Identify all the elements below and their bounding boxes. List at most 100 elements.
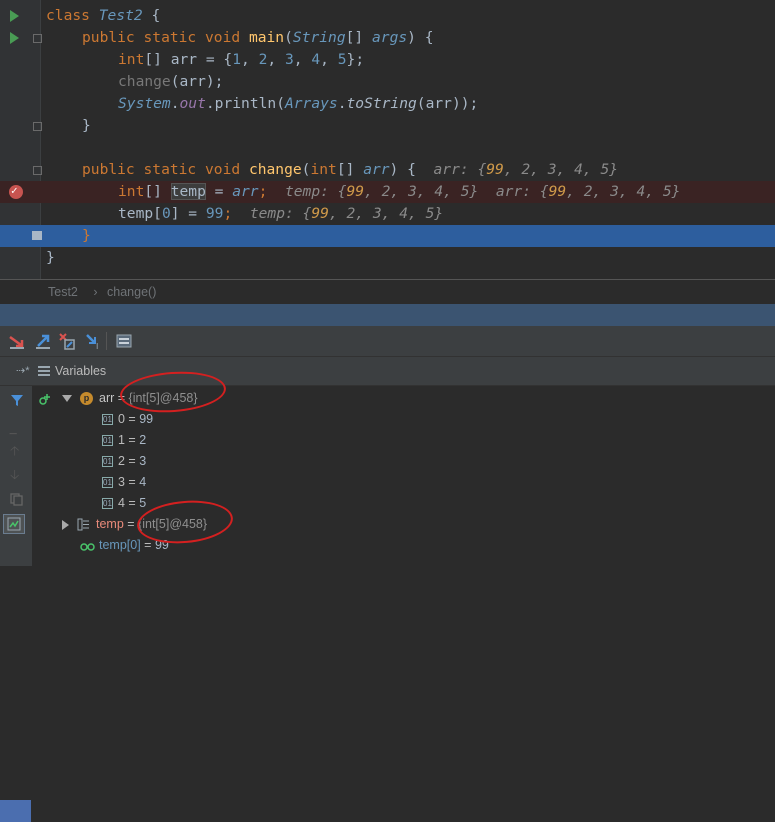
equals: =	[124, 475, 140, 489]
variables-title: Variables	[55, 364, 107, 378]
code-text: ] =	[170, 205, 206, 222]
equals: =	[124, 496, 140, 510]
watch-glasses-icon	[80, 543, 95, 551]
array-element-row[interactable]: 01 3 = 4	[102, 472, 146, 493]
code-line-10: temp[0] = 99; temp: {99, 2, 3, 4, 5}	[0, 203, 775, 225]
code-editor[interactable]: class Test2 { public static void main(St…	[0, 0, 775, 279]
array-element-row[interactable]: 01 0 = 99	[102, 409, 153, 430]
hint-text: , 2, 3, 4, 5}	[503, 161, 619, 178]
hint-label: arr: {	[433, 161, 487, 178]
method-call: change	[118, 73, 171, 90]
element-index: 0	[118, 412, 125, 426]
param-ref: arr	[232, 183, 259, 200]
breadcrumb-file[interactable]: Test2	[48, 280, 78, 304]
semicolon: ;	[258, 183, 268, 200]
array-element-row[interactable]: 01 2 = 3	[102, 451, 146, 472]
run-main-icon[interactable]	[10, 32, 19, 44]
hint-changed-value: 99	[346, 183, 365, 200]
class-ref: System	[118, 95, 171, 112]
selected-side-button[interactable]	[0, 800, 31, 822]
code-text: =	[205, 183, 233, 200]
force-step-into-icon[interactable]	[58, 332, 76, 350]
array-element-icon: 01	[102, 456, 113, 468]
breadcrumb-method[interactable]: change()	[107, 280, 156, 304]
element-index: 1	[118, 433, 125, 447]
fold-icon[interactable]	[33, 34, 42, 43]
brace: }	[82, 117, 91, 134]
dot: .	[337, 95, 347, 112]
code-text: (arr);	[170, 73, 224, 90]
step-over-icon[interactable]	[8, 332, 26, 350]
inline-value-hint: temp: {99, 2, 3, 4, 5}	[285, 183, 478, 200]
paren: (	[284, 29, 293, 46]
element-value: 4	[139, 475, 147, 489]
execution-point-icon	[32, 231, 42, 240]
hint-changed-value: 99	[486, 161, 504, 178]
code-text: []	[144, 183, 171, 200]
move-up-icon[interactable]: 🡡	[10, 442, 19, 464]
move-down-icon[interactable]: 🡣	[10, 466, 19, 488]
watches-toggle-button[interactable]	[3, 514, 25, 534]
code-line-1: class Test2 {	[0, 5, 775, 27]
breakpoint-icon[interactable]	[9, 184, 23, 199]
code-line-9-breakpoint: int[] temp = arr; temp: {99, 2, 3, 4, 5}…	[0, 181, 775, 203]
highlighted-variable: temp	[170, 183, 206, 200]
variable-name: temp	[96, 517, 124, 531]
comma: ,	[241, 51, 259, 68]
code-line-3: int[] arr = {1, 2, 3, 4, 5};	[0, 49, 775, 71]
brace: {	[424, 29, 434, 46]
class-name: Test2	[98, 7, 143, 24]
element-value: 2	[139, 433, 147, 447]
fold-icon[interactable]	[33, 166, 42, 175]
hint-changed-value: 99	[548, 183, 567, 200]
add-watch-icon[interactable]	[38, 392, 52, 406]
restore-layout-icon[interactable]: ⇢*	[16, 357, 30, 385]
run-class-icon[interactable]	[10, 10, 19, 22]
code-line-8: public static void change(int[] arr) { a…	[0, 159, 775, 181]
array-element-icon: 01	[102, 414, 113, 426]
array-element-row[interactable]: 01 1 = 2	[102, 430, 146, 451]
keyword: int	[310, 161, 337, 178]
variables-tree[interactable]: p arr = {int[5]@458} 01 0 = 99 01 1 = 2 01 2…	[32, 386, 775, 566]
equals: =	[124, 454, 140, 468]
brace: {	[151, 7, 161, 24]
code-text: [] arr = {	[144, 51, 233, 68]
array-element-row[interactable]: 01 4 = 5	[102, 493, 146, 514]
step-out-icon[interactable]: I	[84, 332, 102, 350]
hint-label: arr: {	[495, 183, 549, 200]
expand-arrow-icon[interactable]	[62, 395, 72, 403]
keyword: int	[118, 51, 145, 68]
debug-panel-header[interactable]	[0, 304, 775, 326]
comma: ,	[293, 51, 312, 68]
equals: =	[124, 433, 140, 447]
method-name: change	[248, 161, 302, 178]
fold-end-icon[interactable]	[33, 122, 42, 131]
remove-icon[interactable]: −	[9, 426, 17, 442]
paren: )	[389, 161, 399, 178]
hint-text: , 2, 3, 4, 5}	[328, 205, 444, 222]
element-value: 3	[139, 454, 147, 468]
type-name: String	[292, 29, 346, 46]
copy-icon[interactable]	[10, 493, 23, 506]
array-element-icon: 01	[102, 435, 113, 447]
semicolon: ;	[223, 205, 233, 222]
hint-text: , 2, 3, 4, 5}	[364, 183, 479, 200]
method-name: main	[248, 29, 285, 46]
code-text: (arr));	[416, 95, 479, 112]
keyword: int	[118, 183, 145, 200]
breadcrumb-separator: ›	[93, 285, 98, 299]
comma: ,	[267, 51, 285, 68]
code-text: []	[336, 161, 364, 178]
code-line-5: System.out.println(Arrays.toString(arr))…	[0, 93, 775, 115]
collapse-arrow-icon[interactable]	[62, 519, 69, 530]
number: 99	[205, 205, 224, 222]
filter-icon[interactable]	[10, 393, 24, 407]
element-index: 3	[118, 475, 125, 489]
step-into-icon[interactable]	[34, 332, 52, 350]
local-variable-icon	[77, 518, 89, 531]
variables-header: ⇢* Variables	[0, 357, 775, 386]
param-name: args	[372, 29, 408, 46]
code-line-2: public static void main(String[] args) {	[0, 27, 775, 49]
hint-label: temp: {	[284, 183, 347, 200]
evaluate-expression-icon[interactable]	[115, 332, 133, 350]
